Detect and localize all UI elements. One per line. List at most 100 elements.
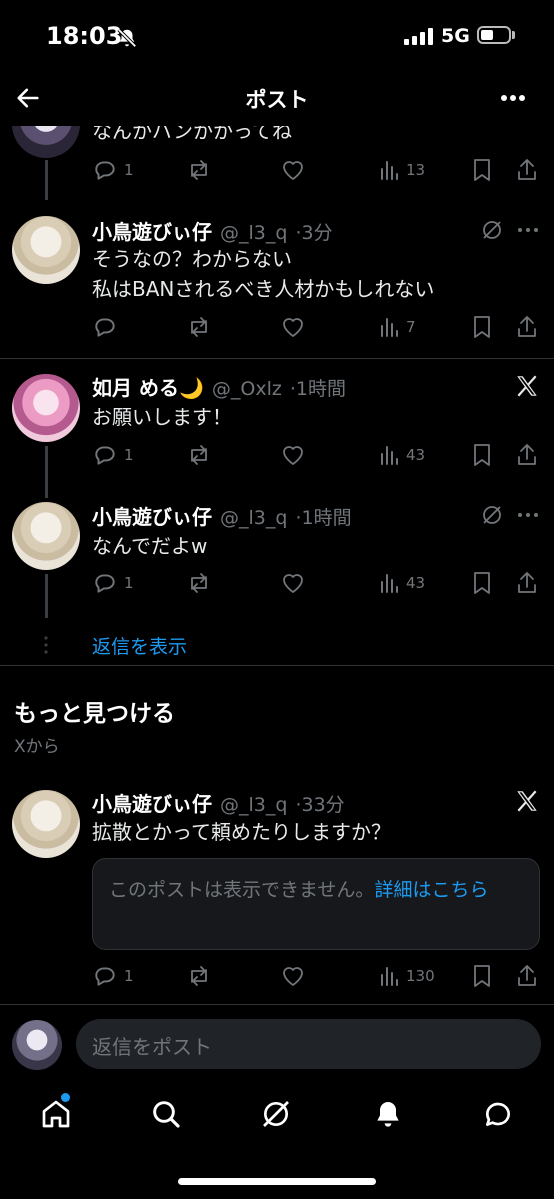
post-text-line: そうなの？わからない: [92, 247, 292, 271]
reply-icon: [95, 574, 115, 593]
views-icon: [381, 161, 398, 180]
status-time: 18:03: [46, 22, 123, 50]
author-name[interactable]: 小鳥遊びぃ仔: [92, 501, 212, 530]
x-logo-icon[interactable]: [514, 373, 540, 399]
bell-off-icon: [117, 28, 137, 48]
network-type: 5G: [441, 25, 470, 47]
views-button[interactable]: 43: [378, 443, 425, 467]
more-options-icon[interactable]: [498, 84, 528, 112]
post-time: 3分: [301, 222, 333, 244]
thread-line: [45, 160, 48, 200]
reply-count: 1: [124, 161, 134, 179]
repost-icon[interactable]: [186, 315, 212, 339]
like-icon[interactable]: [280, 315, 306, 339]
post-header: 小鳥遊びぃ仔 @_l3_q · 3分: [92, 216, 333, 245]
my-avatar[interactable]: [12, 1020, 62, 1070]
like-icon[interactable]: [280, 571, 306, 595]
home-indicator: [178, 1178, 376, 1185]
views-button[interactable]: 13: [378, 158, 425, 182]
unavailable-post-notice: このポストは表示できません。詳細はこちら: [92, 858, 540, 950]
post-time: 33分: [301, 794, 345, 816]
post-text: お願いします！: [92, 405, 232, 429]
search-icon[interactable]: [150, 1098, 182, 1130]
share-icon[interactable]: [515, 157, 539, 183]
battery-cap: [512, 31, 515, 39]
views-button[interactable]: 130: [378, 964, 435, 988]
author-name[interactable]: 小鳥遊びぃ仔: [92, 216, 212, 245]
repost-icon[interactable]: [186, 158, 212, 182]
avatar[interactable]: [12, 374, 80, 442]
views-count: 43: [406, 446, 426, 464]
reply-count: 1: [124, 446, 134, 464]
bookmark-icon[interactable]: [470, 442, 494, 468]
home-icon[interactable]: [40, 1098, 72, 1130]
grok-icon[interactable]: [260, 1098, 292, 1130]
repost-icon[interactable]: [186, 964, 212, 988]
post-time: 1時間: [295, 378, 346, 400]
reply-icon: [95, 446, 115, 465]
reply-icon: [95, 318, 115, 337]
author-handle[interactable]: @_Oxlz: [212, 378, 282, 400]
x-logo-icon[interactable]: [514, 788, 540, 814]
notification-dot: [61, 1093, 70, 1102]
bookmark-icon[interactable]: [470, 963, 494, 989]
messages-icon[interactable]: [482, 1098, 514, 1130]
share-icon[interactable]: [515, 314, 539, 340]
avatar[interactable]: [12, 790, 80, 858]
author-name[interactable]: 如月 める🌙: [92, 372, 204, 401]
divider: [0, 1004, 554, 1005]
grok-icon[interactable]: [480, 503, 504, 527]
avatar[interactable]: [12, 216, 80, 284]
reply-input[interactable]: 返信をポスト: [76, 1019, 541, 1069]
views-count: 130: [406, 967, 435, 985]
grok-icon[interactable]: [480, 218, 504, 242]
views-button[interactable]: 7: [378, 315, 416, 339]
author-handle[interactable]: @_l3_q: [220, 794, 287, 816]
repost-icon[interactable]: [186, 443, 212, 467]
notice-text: このポストは表示できません。: [109, 879, 375, 901]
like-icon[interactable]: [280, 158, 306, 182]
notifications-icon[interactable]: [372, 1098, 404, 1130]
more-options-icon[interactable]: [516, 505, 540, 525]
repost-icon[interactable]: [186, 571, 212, 595]
discover-title: もっと見つける: [14, 701, 175, 727]
post-text: 拡散とかって頼めたりしますか？: [92, 820, 391, 844]
share-icon[interactable]: [515, 442, 539, 468]
reply-button[interactable]: 1: [92, 442, 134, 468]
like-icon[interactable]: [280, 964, 306, 988]
reply-icon: [95, 967, 115, 986]
post-header: 如月 める🌙 @_Oxlz · 1時間: [92, 372, 346, 401]
reply-count: 1: [124, 967, 134, 985]
show-replies-link[interactable]: 返信を表示: [92, 632, 187, 659]
author-handle[interactable]: @_l3_q: [220, 222, 287, 244]
share-icon[interactable]: [515, 570, 539, 596]
discover-subtitle: Xから: [14, 737, 60, 757]
avatar[interactable]: [12, 502, 80, 570]
views-icon: [381, 574, 398, 593]
views-count: 43: [406, 574, 426, 592]
like-icon[interactable]: [280, 443, 306, 467]
post-time: 1時間: [301, 507, 352, 529]
divider: [0, 358, 554, 359]
views-button[interactable]: 43: [378, 571, 425, 595]
divider: [0, 665, 554, 666]
author-handle[interactable]: @_l3_q: [220, 507, 287, 529]
views-count: 13: [406, 161, 426, 179]
views-icon: [381, 318, 398, 337]
share-icon[interactable]: [515, 963, 539, 989]
more-options-icon[interactable]: [516, 220, 540, 240]
bookmark-icon[interactable]: [470, 314, 494, 340]
views-count: 7: [406, 318, 416, 336]
post-header: 小鳥遊びぃ仔 @_l3_q · 1時間: [92, 501, 352, 530]
reply-button[interactable]: [92, 314, 124, 340]
reply-button[interactable]: 1: [92, 157, 134, 183]
bookmark-icon[interactable]: [470, 157, 494, 183]
bookmark-icon[interactable]: [470, 570, 494, 596]
author-name[interactable]: 小鳥遊びぃ仔: [92, 788, 212, 817]
reply-button[interactable]: 1: [92, 963, 134, 989]
reply-icon: [95, 161, 115, 180]
post-text-line: 私はBANされるべき人材かもしれない: [92, 277, 435, 301]
reply-button[interactable]: 1: [92, 570, 134, 596]
details-link[interactable]: 詳細はこちら: [374, 879, 488, 901]
post-text: なんでだよw: [92, 534, 208, 558]
